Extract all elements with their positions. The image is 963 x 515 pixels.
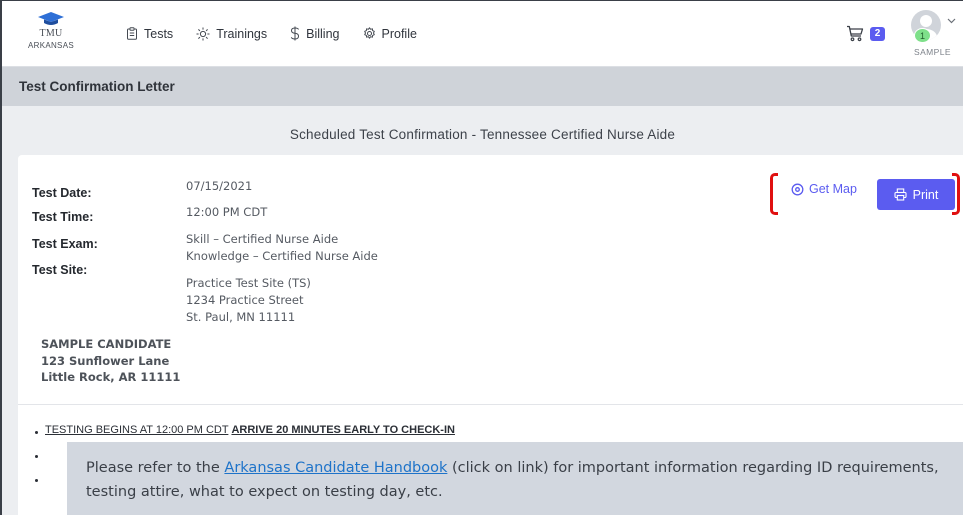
bullet-dot [35,455,38,458]
nav-tests[interactable]: Tests [126,26,173,41]
gear-icon [363,27,375,39]
site-city-value: St. Paul, MN 11111 [186,310,296,324]
candidate-name: SAMPLE CANDIDATE [41,337,172,351]
main-nav: Tests Trainings Billing Profile [126,26,417,41]
bullet-dot [35,431,38,434]
logo-subtext: ARKANSAS [28,41,74,50]
test-time-value: 12:00 PM CDT [186,205,268,219]
highlight-bracket-left [770,173,778,215]
top-navbar: TMU ARKANSAS Tests Trainings Billing Pro… [2,1,963,67]
printer-icon [894,188,907,201]
page-title: Test Confirmation Letter [2,67,963,106]
site-name-value: Practice Test Site (TS) [186,276,311,290]
candidate-city: Little Rock, AR 11111 [41,370,181,384]
site-street-value: 1234 Practice Street [186,293,304,307]
nav-trainings-label: Trainings [216,26,268,41]
clipboard-icon [127,27,137,40]
dollar-icon [290,26,300,41]
candidate-address: SAMPLE CANDIDATE 123 Sunflower Lane Litt… [41,336,180,386]
tmu-logo[interactable]: TMU ARKANSAS [26,11,76,50]
cart-icon [847,25,864,42]
graduation-cap-icon [38,12,64,25]
user-menu[interactable]: 1 SAMPLE [910,10,958,62]
exam-skill-value: Skill – Certified Nurse Aide [186,232,339,246]
nav-tests-label: Tests [144,26,174,41]
confirmation-heading: Scheduled Test Confirmation - Tennessee … [289,127,676,142]
bullet-dot [35,479,38,482]
user-name: SAMPLE [914,47,951,57]
chevron-down-icon [947,18,956,24]
print-button[interactable]: Print [877,179,955,210]
nav-billing[interactable]: Billing [290,26,340,41]
location-pin-icon [791,183,804,195]
user-notification-badge: 1 [914,28,931,43]
avatar-head [920,15,932,27]
sun-icon [196,27,210,40]
nav-profile[interactable]: Profile [363,26,417,41]
logo-text: TMU [39,28,63,39]
cart-button[interactable]: 2 [846,25,885,42]
nav-profile-label: Profile [381,26,417,41]
nav-billing-label: Billing [306,26,340,41]
handbook-note-text: Please refer to the Arkansas Candidate H… [86,456,946,504]
divider [18,404,963,405]
nav-trainings[interactable]: Trainings [196,26,267,41]
get-map-link[interactable]: Get Map [791,182,857,196]
handbook-note: Please refer to the Arkansas Candidate H… [67,442,963,515]
test-time-label: Test Time: [32,210,94,224]
candidate-street: 123 Sunflower Lane [41,353,170,368]
testing-begins-text: TESTING BEGINS AT 12:00 PM CDT [45,424,229,436]
test-exam-label: Test Exam: [32,237,98,251]
test-date-label: Test Date: [32,186,92,200]
get-map-label: Get Map [809,182,857,196]
handbook-link[interactable]: Arkansas Candidate Handbook [224,460,447,476]
exam-knowledge-value: Knowledge – Certified Nurse Aide [186,249,378,263]
test-site-label: Test Site: [32,263,88,277]
print-label: Print [912,187,939,202]
test-date-value: 07/15/2021 [186,179,253,193]
cart-count-badge: 2 [870,26,885,41]
note-prefix: Please refer to the [86,460,225,476]
arrive-early-text: ARRIVE 20 MINUTES EARLY TO CHECK-IN [231,424,455,436]
highlight-bracket-right [952,173,960,215]
confirmation-card: Test Date: 07/15/2021 Test Time: 12:00 P… [18,155,963,515]
testing-begins-notice: TESTING BEGINS AT 12:00 PM CDT ARRIVE 20… [45,424,455,436]
